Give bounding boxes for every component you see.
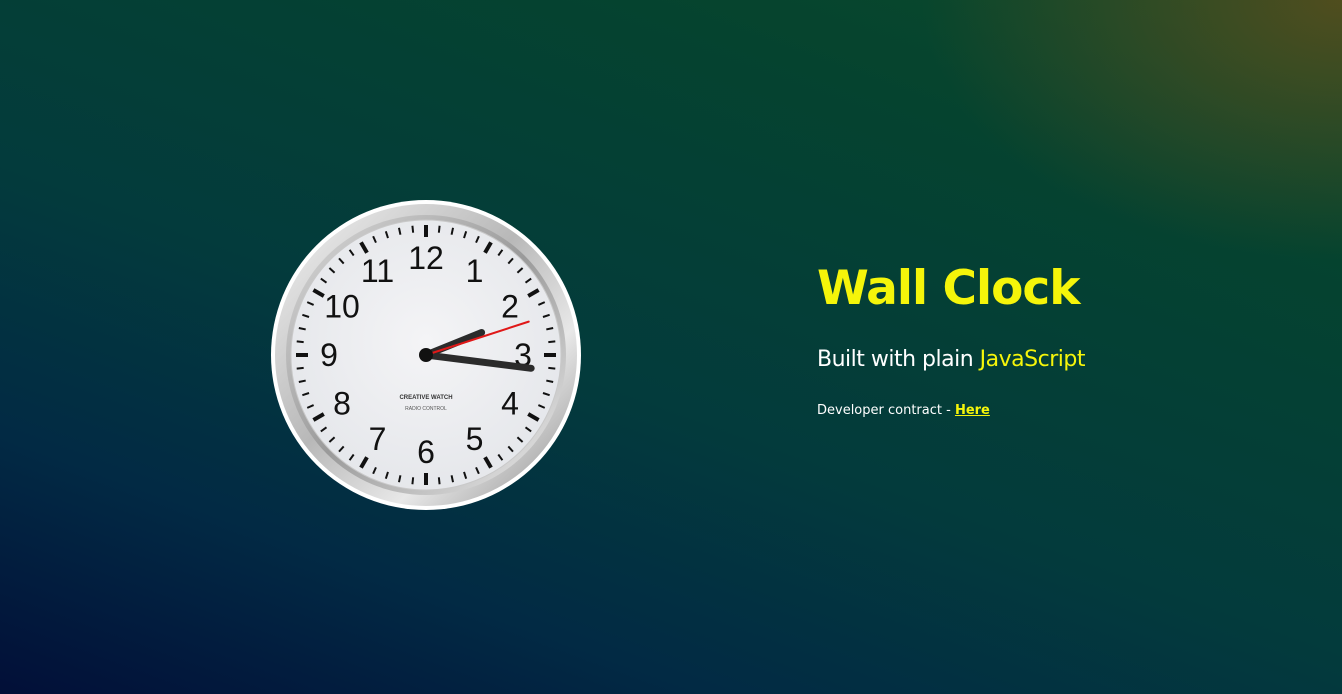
minute-tick <box>397 475 402 483</box>
minute-tick <box>298 326 306 331</box>
subtitle-prefix: Built with plain <box>817 347 974 372</box>
clock-numeral-9: 9 <box>320 337 338 373</box>
minute-tick <box>411 225 415 233</box>
subtitle: Built with plain JavaScript <box>817 346 1297 374</box>
clock-numeral-6: 6 <box>417 434 435 470</box>
clock-center-pin <box>419 348 433 362</box>
minute-tick <box>450 227 455 235</box>
clock-numeral-4: 4 <box>501 386 519 422</box>
minute-tick <box>548 366 556 370</box>
minute-tick <box>437 225 441 233</box>
minute-tick <box>437 477 441 485</box>
minute-tick <box>298 379 306 384</box>
subtitle-highlight: JavaScript <box>979 347 1086 372</box>
minute-tick <box>546 326 554 331</box>
clock-numeral-2: 2 <box>501 289 519 325</box>
minute-tick <box>397 227 402 235</box>
clock-face-svg: 12 1234567891011 CREATIVE WATCH RADIO CON… <box>271 200 581 510</box>
minute-tick <box>548 340 556 344</box>
clock-numeral-5: 5 <box>466 421 484 457</box>
clock-brand-label: CREATIVE WATCH <box>399 395 452 401</box>
wall-clock: 12 1 2 3 4 5 6 7 8 9 10 11 CREATIVE WATCH RADIO CON… <box>270 199 582 511</box>
clock-numeral-8: 8 <box>333 386 351 422</box>
clock-model-label: RADIO CONTROL <box>405 406 447 412</box>
minute-tick <box>296 366 304 370</box>
developer-contact-text: Developer contract - <box>817 403 951 418</box>
developer-contact-link[interactable]: Here <box>955 403 990 418</box>
page-title: Wall Clock <box>817 261 1080 316</box>
clock-numeral-12: 12 <box>408 240 444 276</box>
minute-tick <box>450 475 455 483</box>
clock-numeral-7: 7 <box>369 421 387 457</box>
minute-tick <box>296 340 304 344</box>
clock-numeral-1: 1 <box>466 253 484 289</box>
clock-numeral-10: 10 <box>324 289 360 325</box>
minute-tick <box>411 477 415 485</box>
clock-numeral-11: 11 <box>361 253 394 289</box>
minute-tick <box>546 379 554 384</box>
developer-contact: Developer contract - Here <box>817 402 1297 420</box>
info-panel: Wall Clock Built with plain JavaScript D… <box>817 259 1297 420</box>
